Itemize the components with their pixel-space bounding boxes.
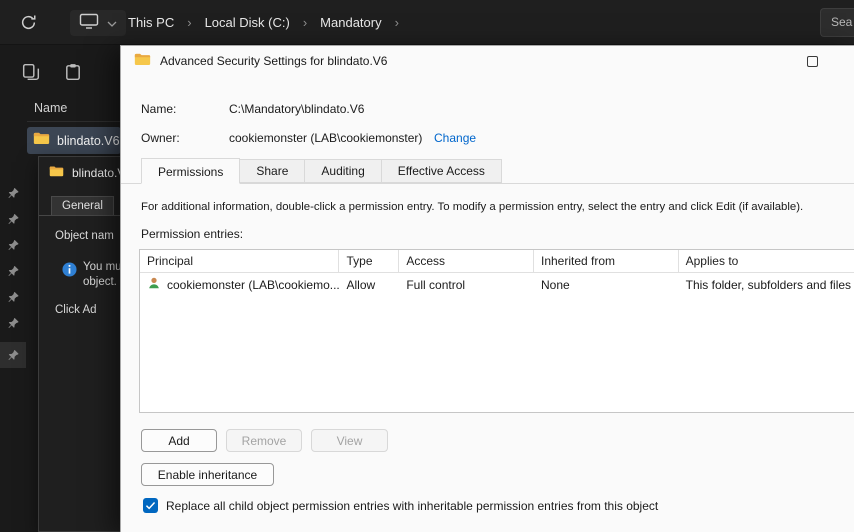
explorer-address-bar: This PC › Local Disk (C:) › Mandatory › …	[0, 0, 854, 45]
file-name: blindato.V6	[57, 133, 120, 148]
cell-principal: cookiemonster (LAB\cookiemo...	[140, 276, 339, 293]
tab-effective-access[interactable]: Effective Access	[381, 159, 502, 183]
tab-auditing[interactable]: Auditing	[305, 159, 382, 183]
this-pc-icon	[79, 13, 99, 34]
owner-label: Owner:	[141, 131, 180, 145]
folder-icon	[134, 52, 151, 71]
breadcrumb-this-pc[interactable]: This PC	[126, 11, 176, 34]
copy-icon[interactable]	[22, 63, 40, 81]
folder-icon	[33, 131, 50, 150]
header-applies-to[interactable]: Applies to	[679, 250, 854, 272]
info-icon	[62, 262, 77, 277]
add-button[interactable]: Add	[141, 429, 217, 452]
breadcrumb-mandatory[interactable]: Mandatory	[318, 11, 383, 34]
maximize-button[interactable]	[807, 56, 818, 67]
advanced-security-dialog: Advanced Security Settings for blindato.…	[120, 45, 854, 532]
owner-value: cookiemonster (LAB\cookiemonster)	[229, 131, 423, 145]
chevron-right-icon: ›	[302, 15, 308, 30]
enable-inheritance-button[interactable]: Enable inheritance	[141, 463, 274, 486]
file-row-selected[interactable]: blindato.V6	[27, 127, 121, 154]
cell-type: Allow	[346, 277, 376, 292]
pin-icon[interactable]	[7, 186, 20, 199]
security-tabs: Permissions Share Auditing Effective Acc…	[121, 158, 854, 184]
permission-entries-label: Permission entries:	[141, 227, 244, 241]
tab-share[interactable]: Share	[240, 159, 306, 183]
permission-entries-table: Principal Type Access Inherited from App…	[139, 249, 854, 413]
search-input[interactable]: Sea	[820, 8, 854, 37]
cell-access: Full control	[406, 277, 466, 292]
pin-icon[interactable]	[7, 212, 20, 225]
paste-icon[interactable]	[64, 63, 82, 81]
permissions-description: For additional information, double-click…	[141, 201, 804, 213]
pin-icon[interactable]	[7, 348, 20, 361]
header-principal[interactable]: Principal	[140, 250, 340, 272]
table-header-row: Principal Type Access Inherited from App…	[140, 250, 854, 273]
user-icon	[147, 276, 161, 293]
permissions-warning-line2: object.	[83, 276, 117, 288]
column-divider	[27, 121, 120, 122]
dialog-titlebar[interactable]: Advanced Security Settings for blindato.…	[121, 46, 854, 76]
chevron-right-icon: ›	[394, 15, 399, 30]
address-location-button[interactable]	[70, 10, 126, 36]
pin-icon[interactable]	[7, 264, 20, 277]
name-value: C:\Mandatory\blindato.V6	[229, 102, 365, 116]
header-type[interactable]: Type	[339, 250, 400, 272]
properties-dialog-titlebar[interactable]: blindato.V	[49, 165, 125, 180]
refresh-icon[interactable]	[20, 14, 37, 31]
desktop: This PC › Local Disk (C:) › Mandatory › …	[0, 0, 854, 532]
table-row[interactable]: cookiemonster (LAB\cookiemo... Allow Ful…	[140, 273, 854, 296]
tab-general[interactable]: General	[51, 196, 114, 215]
remove-button[interactable]: Remove	[226, 429, 302, 452]
object-name-label: Object nam	[55, 230, 114, 242]
tab-permissions[interactable]: Permissions	[141, 158, 241, 184]
column-header-name[interactable]: Name	[34, 101, 67, 115]
cell-inherited-from: None	[541, 277, 570, 292]
chevron-right-icon: ›	[187, 15, 192, 30]
view-button[interactable]: View	[311, 429, 388, 452]
chevron-down-icon	[107, 14, 117, 32]
principal-text: cookiemonster (LAB\cookiemo...	[167, 277, 340, 292]
pin-icon[interactable]	[7, 238, 20, 251]
dialog-title: Advanced Security Settings for blindato.…	[160, 54, 388, 68]
properties-dialog-title: blindato.V	[72, 165, 126, 180]
header-inherited-from[interactable]: Inherited from	[534, 250, 679, 272]
name-label: Name:	[141, 102, 177, 116]
breadcrumb: This PC › Local Disk (C:) › Mandatory ›	[126, 0, 410, 45]
pin-icon[interactable]	[7, 316, 20, 329]
replace-permissions-checkbox[interactable]	[143, 498, 158, 513]
replace-permissions-label: Replace all child object permission entr…	[166, 499, 659, 513]
change-owner-link[interactable]: Change	[434, 131, 476, 145]
pin-icon[interactable]	[7, 290, 20, 303]
folder-icon	[49, 165, 64, 180]
header-access[interactable]: Access	[399, 250, 534, 272]
cell-applies-to: This folder, subfolders and files	[685, 277, 852, 292]
breadcrumb-local-disk-c[interactable]: Local Disk (C:)	[203, 11, 292, 34]
click-advanced-text: Click Ad	[55, 304, 97, 316]
